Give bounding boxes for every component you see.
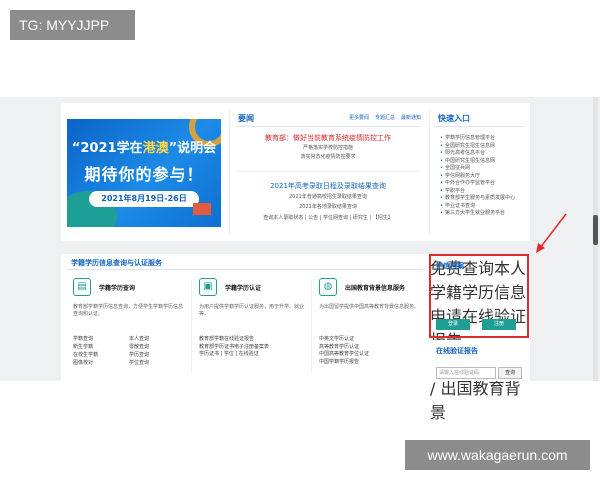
verify-query-button[interactable]: 查询 [498,367,522,379]
annotation-arrow-icon [536,213,567,253]
verify-code-input[interactable]: 请输入在线验证码 [436,367,496,379]
watermark-url: www.wakagaerun.com [405,440,590,470]
verify-heading: 在线验证报告 [436,347,478,355]
verify-panel: 在线验证报告 请输入在线验证码 查询 [430,340,528,381]
